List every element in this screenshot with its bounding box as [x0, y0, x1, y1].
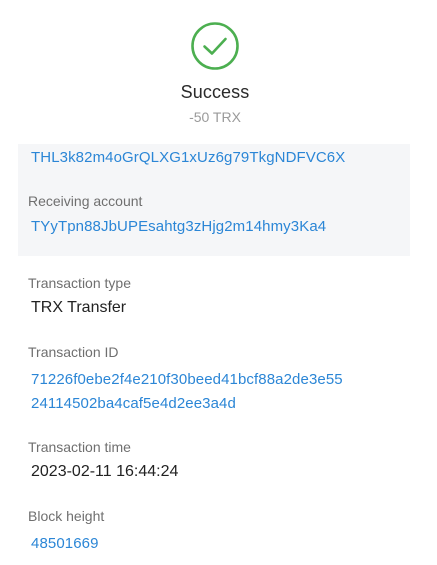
status-title: Success: [180, 82, 250, 102]
block-height-value[interactable]: 48501669: [31, 535, 99, 552]
receiving-account-address[interactable]: TYyTpn88JbUPEsahtg3zHjg2m14hmy3Ka4: [31, 218, 326, 235]
transaction-id-line-1[interactable]: 71226f0ebe2f4e210f30beed41bcf88a2de3e55: [31, 371, 343, 388]
receiving-account-label: Receiving account: [28, 193, 143, 209]
accounts-panel: THL3k82m4oGrQLXG1xUz6g79TkgNDFVC6X Recei…: [18, 144, 410, 256]
block-height-label: Block height: [28, 508, 105, 524]
transaction-time-label: Transaction time: [28, 439, 131, 455]
transaction-type-label: Transaction type: [28, 275, 131, 291]
transaction-amount: -50 TRX: [189, 109, 241, 125]
transaction-time-value: 2023-02-11 16:44:24: [31, 463, 179, 480]
check-circle-icon: [191, 22, 239, 70]
transaction-type-value: TRX Transfer: [31, 299, 127, 316]
sending-account-address[interactable]: THL3k82m4oGrQLXG1xUz6g79TkgNDFVC6X: [31, 149, 345, 166]
transaction-status: Success -50 TRX: [0, 0, 437, 140]
transaction-id-label: Transaction ID: [28, 344, 119, 360]
transaction-id-line-2[interactable]: 24114502ba4caf5e4d2ee3a4d: [31, 395, 236, 412]
